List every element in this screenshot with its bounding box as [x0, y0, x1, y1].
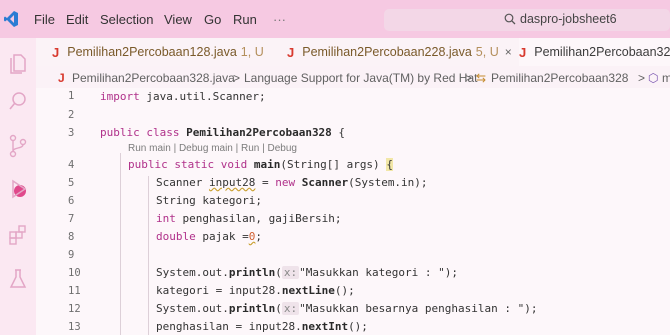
breadcrumb-separator: >: [638, 71, 646, 85]
activity-bar: [0, 38, 36, 335]
code-text: java.util.Scanner;: [146, 90, 266, 103]
line-number: 10: [68, 267, 81, 279]
line-number: 7: [68, 213, 75, 225]
line-number: 5: [68, 177, 75, 189]
title-bar: File Edit Selection View Go Run ··· ← → …: [0, 0, 670, 38]
code-line-7: int penghasilan, gajiBersih;: [156, 212, 342, 225]
breadcrumb-class[interactable]: Pemilihan2Percobaan328: [491, 71, 628, 85]
explorer-icon[interactable]: [8, 52, 28, 74]
menu-view[interactable]: View: [164, 12, 192, 27]
code-line-11: kategori = input28.nextLine();: [156, 284, 355, 297]
code-line-6: String kategori;: [156, 194, 262, 207]
line-number: 4: [68, 159, 75, 171]
line-number: 8: [68, 231, 75, 243]
search-activity-icon[interactable]: [8, 90, 28, 112]
menu-run[interactable]: Run: [233, 12, 257, 27]
java-file-icon: J: [519, 44, 527, 60]
line-number: 6: [68, 195, 75, 207]
line-number: 2: [68, 109, 75, 121]
breadcrumb-method[interactable]: m: [662, 71, 670, 85]
breadcrumb-separator: >: [233, 71, 241, 85]
line-number: 11: [68, 285, 81, 297]
workspace-name[interactable]: daspro-jobsheet6: [520, 12, 617, 26]
breadcrumb-separator: >: [465, 71, 473, 85]
tab-pemilihan2percobaan228[interactable]: J Pemilihan2Percobaan228.java 5, U ×: [287, 38, 512, 66]
indent-guide: [148, 176, 149, 335]
java-file-icon: J: [287, 44, 295, 60]
search-icon: [504, 13, 516, 25]
menu-edit[interactable]: Edit: [66, 12, 88, 27]
source-control-icon[interactable]: [8, 134, 28, 158]
code-line-3: public class Pemilihan2Percobaan328 {: [100, 126, 346, 139]
menu-more[interactable]: ···: [273, 12, 286, 27]
breadcrumb-section[interactable]: Language Support for Java(TM) by Red Hat: [244, 71, 477, 85]
tab-status: 5, U: [475, 45, 499, 59]
code-line-4: public static void main(String[] args) {: [128, 158, 393, 171]
indent-guide: [120, 153, 121, 335]
line-number: 12: [68, 303, 81, 315]
tab-status: 1, U: [240, 45, 264, 59]
code-line-8: double pajak =0;: [156, 230, 262, 243]
breadcrumb: J Pemilihan2Percobaan328.java > Language…: [36, 66, 670, 88]
tab-pemilihan2percobaan328[interactable]: J Pemilihan2Percobaan328.j: [519, 38, 670, 66]
menu-go[interactable]: Go: [204, 12, 221, 27]
java-file-icon: J: [52, 44, 60, 60]
breadcrumb-file[interactable]: Pemilihan2Percobaan328.java: [72, 71, 235, 85]
code-line-10: System.out.println(x: "Masukkan kategori …: [156, 266, 459, 279]
tab-close-icon[interactable]: ×: [505, 45, 512, 59]
vscode-logo-icon: [4, 11, 18, 27]
class-symbol-icon: ⇆: [476, 71, 487, 85]
code-editor[interactable]: 1 import java.util.Scanner; 2 3 public c…: [36, 88, 670, 335]
line-number: 13: [68, 321, 81, 333]
menu-selection[interactable]: Selection: [100, 12, 153, 27]
editor-tab-bar: J Pemilihan2Percobaan128.java 1, U J Pem…: [36, 38, 670, 66]
tab-label: Pemilihan2Percobaan328.j: [534, 45, 670, 59]
testing-flask-icon[interactable]: [8, 268, 28, 290]
run-debug-icon[interactable]: [8, 178, 28, 200]
code-line-13: penghasilan = input28.nextInt();: [156, 320, 368, 333]
extensions-icon[interactable]: [8, 224, 28, 246]
java-file-icon: J: [58, 71, 65, 85]
code-line-5: Scanner input28 = new Scanner(System.in)…: [156, 176, 428, 189]
method-symbol-icon: ⬡: [648, 71, 659, 85]
code-line-12: System.out.println(x: "Masukkan besarnya …: [156, 302, 538, 315]
codelens-run-debug[interactable]: Run main | Debug main | Run | Debug: [128, 143, 297, 154]
code-line-1: import java.util.Scanner;: [100, 90, 266, 103]
menu-file[interactable]: File: [34, 12, 55, 27]
tab-label: Pemilihan2Percobaan228.java: [302, 45, 472, 59]
tab-label: Pemilihan2Percobaan128.java: [67, 45, 237, 59]
line-number: 9: [68, 249, 75, 261]
tab-pemilihan2percobaan128[interactable]: J Pemilihan2Percobaan128.java 1, U: [52, 38, 264, 66]
